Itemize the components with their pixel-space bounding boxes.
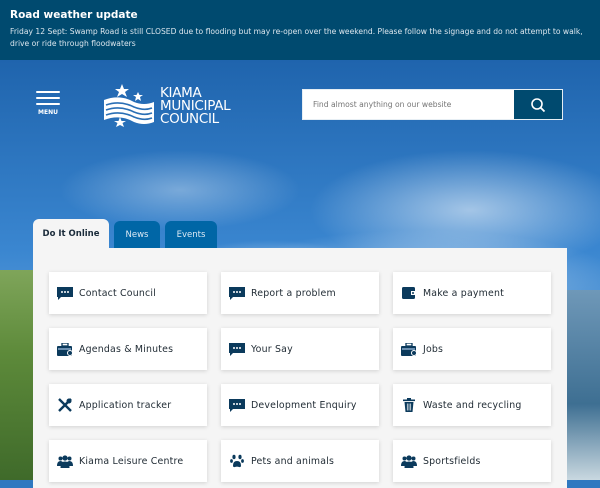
search-input[interactable] — [303, 90, 514, 119]
service-card-contact-council[interactable]: Contact Council — [49, 272, 207, 314]
users-icon — [57, 454, 73, 468]
service-label: Waste and recycling — [423, 399, 522, 411]
service-label: Pets and animals — [251, 455, 335, 467]
service-label: Kiama Leisure Centre — [79, 455, 184, 467]
service-label: Contact Council — [79, 287, 156, 299]
service-card-development-enquiry[interactable]: Development Enquiry — [221, 384, 379, 426]
menu-label: MENU — [38, 109, 58, 116]
alert-banner: Road weather update Friday 12 Sept: Swam… — [0, 0, 600, 60]
logo-text: KIAMA MUNICIPAL COUNCIL — [160, 86, 231, 127]
service-card-your-say[interactable]: Your Say — [221, 328, 379, 370]
service-label: Report a problem — [251, 287, 336, 299]
chat-icon — [229, 286, 245, 300]
service-label: Jobs — [423, 343, 444, 355]
briefcase-icon — [57, 342, 73, 356]
paw-icon — [229, 454, 245, 468]
trash-icon — [401, 398, 417, 412]
service-card-agendas-minutes[interactable]: Agendas & Minutes — [49, 328, 207, 370]
hamburger-icon — [36, 91, 60, 93]
service-card-jobs[interactable]: Jobs — [393, 328, 551, 370]
briefcase-icon — [401, 342, 417, 356]
logo-line: COUNCIL — [160, 110, 219, 127]
search-bar — [302, 89, 563, 120]
alert-title: Road weather update — [10, 9, 138, 21]
landscape-right — [567, 290, 600, 480]
service-card-pets-and-animals[interactable]: Pets and animals — [221, 440, 379, 482]
tab-news[interactable]: News — [114, 221, 160, 248]
wallet-icon — [401, 286, 417, 300]
flag-stars-logo-icon — [104, 84, 154, 127]
service-label: Agendas & Minutes — [79, 343, 174, 355]
landscape-left — [0, 270, 33, 480]
search-button[interactable] — [514, 90, 562, 119]
service-card-make-a-payment[interactable]: Make a payment — [393, 272, 551, 314]
service-card-application-tracker[interactable]: Application tracker — [49, 384, 207, 426]
service-card-waste-and-recycling[interactable]: Waste and recycling — [393, 384, 551, 426]
tab-events[interactable]: Events — [165, 221, 217, 248]
service-label: Your Say — [251, 343, 293, 355]
service-card-sportsfields[interactable]: Sportsfields — [393, 440, 551, 482]
service-label: Development Enquiry — [251, 399, 357, 411]
council-logo[interactable]: KIAMA MUNICIPAL COUNCIL — [100, 82, 240, 130]
search-icon — [531, 97, 546, 112]
service-label: Sportsfields — [423, 455, 481, 467]
chat-icon — [229, 398, 245, 412]
service-label: Application tracker — [79, 399, 172, 411]
users-icon — [401, 454, 417, 468]
service-card-kiama-leisure-centre[interactable]: Kiama Leisure Centre — [49, 440, 207, 482]
service-label: Make a payment — [423, 287, 504, 299]
menu-button[interactable]: MENU — [36, 91, 60, 116]
tab-do-it-online[interactable]: Do It Online — [33, 219, 109, 249]
chat-icon — [229, 342, 245, 356]
tools-icon — [57, 398, 73, 412]
chat-icon — [57, 286, 73, 300]
alert-message: Friday 12 Sept: Swamp Road is still CLOS… — [10, 27, 583, 48]
service-card-report-a-problem[interactable]: Report a problem — [221, 272, 379, 314]
